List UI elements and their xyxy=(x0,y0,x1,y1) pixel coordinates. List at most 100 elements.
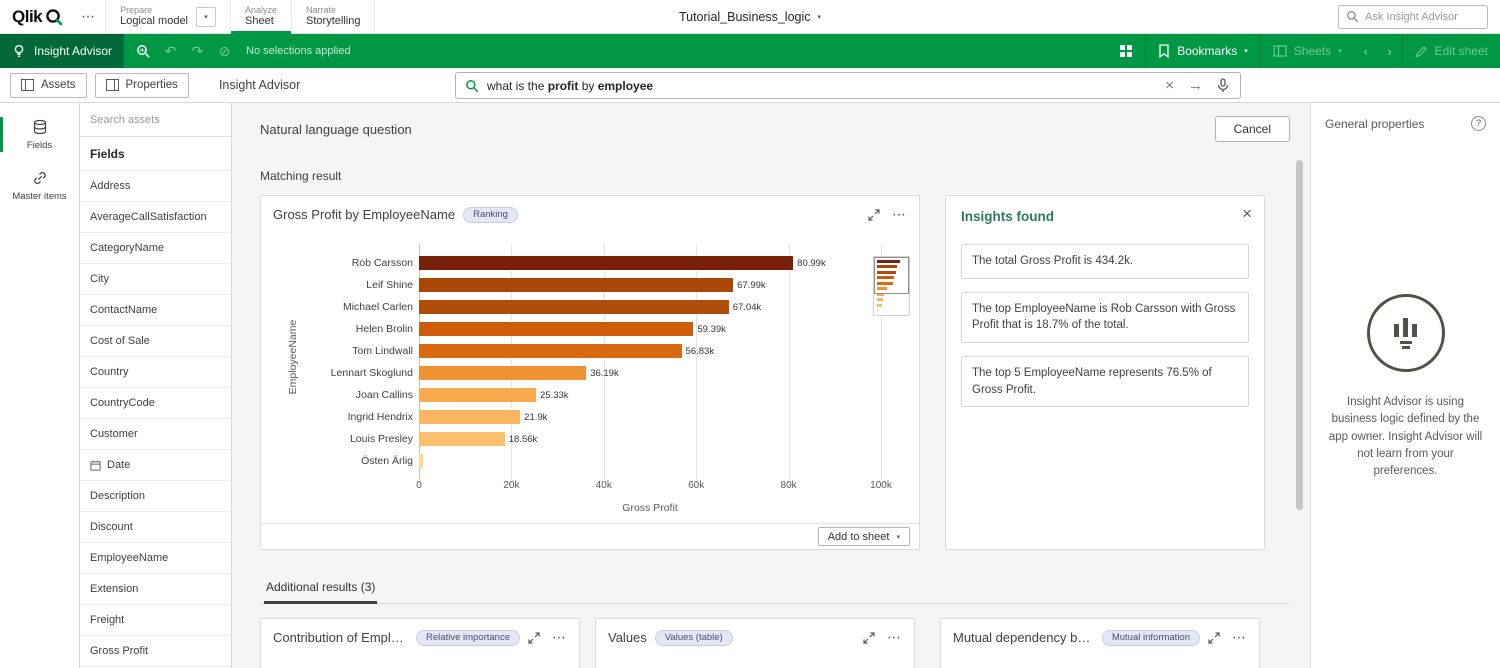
bar[interactable] xyxy=(419,278,733,292)
microphone-icon[interactable] xyxy=(1215,78,1231,93)
field-item-label: CategoryName xyxy=(90,242,164,254)
help-icon[interactable]: ? xyxy=(1471,116,1486,131)
app-title-dropdown[interactable]: Tutorial_Business_logic ▾ xyxy=(679,0,821,34)
properties-toggle-button[interactable]: Properties xyxy=(95,73,189,98)
bar[interactable] xyxy=(419,432,505,446)
search-assets-input[interactable] xyxy=(90,114,221,126)
global-menu-icon[interactable]: ⋯ xyxy=(71,0,105,33)
submit-query-arrow-icon[interactable]: → xyxy=(1184,77,1207,94)
nav-tab-prepare[interactable]: Prepare Logical model ▾ xyxy=(105,0,230,33)
field-item-label: Extension xyxy=(90,583,138,595)
assets-search-row[interactable] xyxy=(80,103,231,137)
additional-card[interactable]: ValuesValues (table)⋯ xyxy=(595,618,915,668)
field-item[interactable]: Extension xyxy=(80,574,231,605)
clear-query-icon[interactable]: × xyxy=(1163,77,1176,94)
analysis-type-badge: Ranking xyxy=(463,207,518,223)
expand-icon[interactable] xyxy=(1208,632,1220,644)
more-menu-icon[interactable]: ⋯ xyxy=(892,206,907,223)
redo-icon[interactable]: ↷ xyxy=(184,34,211,68)
additional-results-section: Additional results (3) Contribution of E… xyxy=(260,576,1290,668)
bar-row[interactable]: Rob Carsson80.99k xyxy=(273,252,881,274)
bar-row[interactable]: Östen Ärlig xyxy=(273,450,881,472)
bar-row[interactable]: Tom Lindwall56.83k xyxy=(273,340,881,362)
bar-row[interactable]: Louis Presley18.56k xyxy=(273,428,881,450)
field-item[interactable]: Cost of Sale xyxy=(80,326,231,357)
ask-insight-advisor-input[interactable] xyxy=(1365,11,1480,23)
previous-sheet-icon[interactable]: ‹ xyxy=(1354,34,1378,68)
field-item[interactable]: Date xyxy=(80,450,231,481)
bar[interactable] xyxy=(419,454,423,468)
bar-row[interactable]: Helen Brolin59.39k xyxy=(273,318,881,340)
field-item[interactable]: Description xyxy=(80,481,231,512)
chart-title: Mutual dependency bet... xyxy=(953,630,1094,645)
more-menu-icon[interactable]: ⋯ xyxy=(887,629,902,646)
field-item[interactable]: ContactName xyxy=(80,295,231,326)
bar-row[interactable]: Joan Callins25.33k xyxy=(273,384,881,406)
clear-selections-icon[interactable]: ⊘ xyxy=(211,34,238,68)
expand-icon[interactable] xyxy=(863,632,875,644)
search-insights-icon[interactable] xyxy=(130,34,157,68)
field-item[interactable]: Country xyxy=(80,357,231,388)
sidebar-item-fields[interactable]: Fields xyxy=(0,109,79,160)
bar-row[interactable]: Leif Shine67.99k xyxy=(273,274,881,296)
field-item[interactable]: City xyxy=(80,264,231,295)
search-icon xyxy=(1346,10,1359,23)
bar-row[interactable]: Lennart Skoglund36.19k xyxy=(273,362,881,384)
field-item[interactable]: CountryCode xyxy=(80,388,231,419)
calendar-icon xyxy=(90,460,101,471)
field-item[interactable]: Customer xyxy=(80,419,231,450)
more-menu-icon[interactable]: ⋯ xyxy=(552,629,567,646)
next-sheet-icon[interactable]: › xyxy=(1378,34,1402,68)
chart-card[interactable]: Gross Profit by EmployeeName Ranking ⋯ E… xyxy=(260,195,920,550)
bar[interactable] xyxy=(419,256,793,270)
bar-category-label: Joan Callins xyxy=(273,389,419,401)
additional-card[interactable]: Mutual dependency bet...Mutual informati… xyxy=(940,618,1260,668)
x-tick-label: 0 xyxy=(416,480,422,491)
qlik-logo[interactable]: Qlik xyxy=(0,0,71,33)
cancel-button[interactable]: Cancel xyxy=(1215,116,1290,142)
tab-additional-results[interactable]: Additional results (3) xyxy=(264,576,377,604)
sheets-button[interactable]: Sheets ▾ xyxy=(1261,34,1354,68)
undo-icon[interactable]: ↶ xyxy=(157,34,184,68)
field-item[interactable]: EmployeeName xyxy=(80,543,231,574)
field-item[interactable]: Gross Profit xyxy=(80,636,231,667)
nlq-search-field[interactable]: what is the profit by employee × → xyxy=(455,72,1241,99)
field-item[interactable]: CategoryName xyxy=(80,233,231,264)
bar[interactable] xyxy=(419,410,520,424)
edit-sheet-button[interactable]: Edit sheet xyxy=(1403,34,1500,68)
app-objects-grid-icon[interactable] xyxy=(1107,34,1145,68)
bar[interactable] xyxy=(419,388,536,402)
bookmarks-button[interactable]: Bookmarks ▾ xyxy=(1146,34,1260,68)
bar[interactable] xyxy=(419,322,693,336)
main-area: Natural language question Cancel Matchin… xyxy=(232,103,1310,668)
bar-category-label: Lennart Skoglund xyxy=(273,367,419,379)
ask-insight-advisor-searchbox[interactable] xyxy=(1338,5,1488,29)
more-menu-icon[interactable]: ⋯ xyxy=(1232,629,1247,646)
chart-minimap[interactable] xyxy=(873,256,910,316)
field-item[interactable]: Discount xyxy=(80,512,231,543)
expand-icon[interactable] xyxy=(528,632,540,644)
field-item[interactable]: AverageCallSatisfaction xyxy=(80,202,231,233)
minimap-viewport[interactable] xyxy=(874,257,909,294)
field-item[interactable]: Freight xyxy=(80,605,231,636)
add-to-sheet-button[interactable]: Add to sheet ▾ xyxy=(818,527,910,546)
field-item-label: ContactName xyxy=(90,304,157,316)
bar[interactable] xyxy=(419,344,682,358)
bar-row[interactable]: Michael Carlen67.04k xyxy=(273,296,881,318)
nav-tab-narrate[interactable]: Narrate Storytelling xyxy=(291,0,375,33)
general-properties-title: General properties xyxy=(1325,117,1424,131)
assets-toggle-button[interactable]: Assets xyxy=(10,73,87,98)
nav-tab-analyze[interactable]: Analyze Sheet xyxy=(230,0,291,33)
expand-icon[interactable] xyxy=(868,209,880,221)
bar[interactable] xyxy=(419,300,729,314)
insight-advisor-button[interactable]: Insight Advisor xyxy=(0,34,124,68)
link-icon xyxy=(32,170,48,186)
bar-row[interactable]: Ingrid Hendrix21.9k xyxy=(273,406,881,428)
vertical-scrollbar[interactable] xyxy=(1296,160,1303,510)
additional-card[interactable]: Contribution of Employ...Relative import… xyxy=(260,618,580,668)
sidebar-item-master-items[interactable]: Master items xyxy=(0,160,79,211)
logical-model-dropdown-button[interactable]: ▾ xyxy=(196,7,216,27)
close-icon[interactable]: × xyxy=(1242,204,1252,224)
field-item[interactable]: Address xyxy=(80,171,231,202)
bar[interactable] xyxy=(419,366,586,380)
